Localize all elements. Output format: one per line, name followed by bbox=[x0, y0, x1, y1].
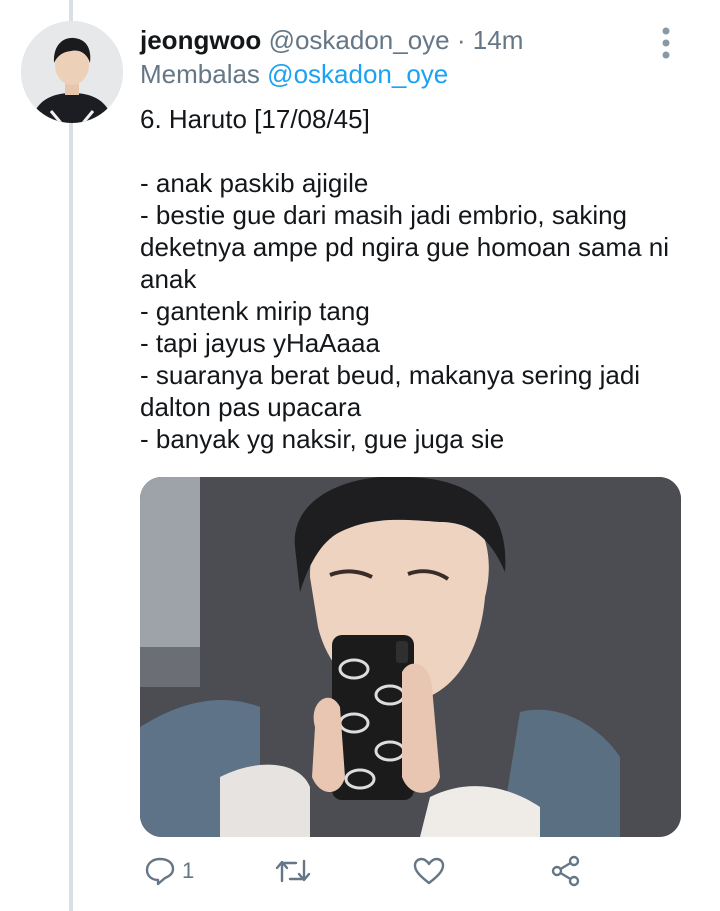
tweet-line: - gantenk mirip tang bbox=[140, 296, 370, 326]
tweet-header: jeongwoo @oskadon_oye · 14m Membalas @os… bbox=[140, 22, 700, 92]
thread-line bbox=[69, 0, 73, 911]
retweet-icon bbox=[274, 856, 312, 886]
tweet-photo[interactable] bbox=[140, 477, 681, 837]
reply-icon bbox=[144, 856, 176, 886]
more-options-icon[interactable] bbox=[658, 26, 674, 60]
display-name[interactable]: jeongwoo bbox=[140, 25, 261, 55]
retweet-button[interactable] bbox=[274, 850, 312, 892]
tweet-line: - bestie gue dari masih jadi embrio, sak… bbox=[140, 200, 670, 294]
tweet-line: - anak paskib ajigile bbox=[140, 168, 369, 198]
reply-context: Membalas @oskadon_oye bbox=[140, 56, 700, 92]
share-icon bbox=[550, 855, 582, 887]
tweet-line: 6. Haruto [17/08/45] bbox=[140, 104, 370, 134]
reply-button[interactable]: 1 bbox=[144, 850, 194, 892]
share-button[interactable] bbox=[550, 850, 582, 892]
tweet-line: - tapi jayus yHaAaaa bbox=[140, 328, 380, 358]
tweet-text: 6. Haruto [17/08/45] - anak paskib ajigi… bbox=[140, 103, 685, 455]
reply-to-link[interactable]: @oskadon_oye bbox=[267, 59, 448, 89]
separator-dot: · bbox=[456, 25, 466, 55]
tweet-line: - banyak yg naksir, gue juga sie bbox=[140, 424, 505, 454]
tweet-line: - suaranya berat beud, makanya sering ja… bbox=[140, 360, 641, 422]
tweet-actions: 1 bbox=[140, 850, 700, 892]
reply-prefix: Membalas bbox=[140, 59, 260, 89]
reply-count: 1 bbox=[182, 858, 195, 883]
like-button[interactable] bbox=[412, 850, 446, 892]
timestamp[interactable]: 14m bbox=[473, 25, 524, 55]
avatar[interactable] bbox=[21, 21, 123, 123]
like-icon bbox=[412, 856, 446, 886]
handle[interactable]: @oskadon_oye bbox=[269, 25, 450, 55]
